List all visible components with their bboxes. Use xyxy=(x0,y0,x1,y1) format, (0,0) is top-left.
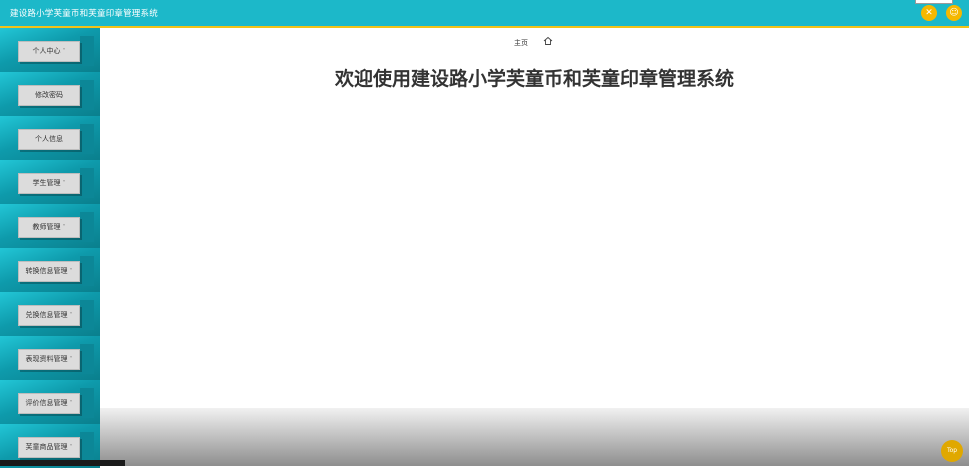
tools-icon[interactable]: ✕ xyxy=(921,5,937,21)
sidebar: 个人中心 ˅ 修改密码 个人信息 学生管理 ˅ 教师管理 ˅ 转换信息管理 ˅ 兑换 xyxy=(0,28,100,468)
back-to-top-button[interactable]: Top xyxy=(941,440,963,462)
home-icon[interactable] xyxy=(543,36,553,46)
window-control xyxy=(915,0,953,4)
sidebar-item-teacher-management[interactable]: 教师管理 ˅ xyxy=(0,204,100,248)
sidebar-item-button[interactable]: 学生管理 ˅ xyxy=(18,173,80,194)
breadcrumb[interactable]: 主页 xyxy=(514,38,528,48)
sidebar-item-performance-management[interactable]: 表现资料管理 ˅ xyxy=(0,336,100,380)
sidebar-item-button[interactable]: 教师管理 ˅ xyxy=(18,217,80,238)
page-title: 欢迎使用建设路小学芙童币和芙童印章管理系统 xyxy=(334,68,734,90)
sidebar-item-personal-info[interactable]: 个人信息 xyxy=(0,116,100,160)
sidebar-item-button[interactable]: 个人中心 ˅ xyxy=(18,41,80,62)
top-header: 建设路小学芙童币和芙童印章管理系统 ✕ ☺ xyxy=(0,0,969,28)
sidebar-item-button[interactable]: 兑换信息管理 ˅ xyxy=(18,305,80,326)
sidebar-item-conversion-management[interactable]: 转换信息管理 ˅ xyxy=(0,248,100,292)
sidebar-item-button[interactable]: 评价信息管理 ˅ xyxy=(18,393,80,414)
sidebar-item-button[interactable]: 修改密码 xyxy=(18,85,80,106)
footer-shadow xyxy=(100,408,969,466)
sidebar-item-evaluation-management[interactable]: 评价信息管理 ˅ xyxy=(0,380,100,424)
status-strip xyxy=(0,460,125,466)
user-icon[interactable]: ☺ xyxy=(946,5,962,21)
sidebar-item-personal-center[interactable]: 个人中心 ˅ xyxy=(0,28,100,72)
sidebar-item-button[interactable]: 转换信息管理 ˅ xyxy=(18,261,80,282)
app-title: 建设路小学芙童币和芙童印章管理系统 xyxy=(10,9,158,19)
sidebar-item-button[interactable]: 表现资料管理 ˅ xyxy=(18,349,80,370)
sidebar-item-student-management[interactable]: 学生管理 ˅ xyxy=(0,160,100,204)
sidebar-item-button[interactable]: 个人信息 xyxy=(18,129,80,150)
sidebar-item-exchange-management[interactable]: 兑换信息管理 ˅ xyxy=(0,292,100,336)
sidebar-item-change-password[interactable]: 修改密码 xyxy=(0,72,100,116)
sidebar-item-button[interactable]: 芙童商品管理 ˅ xyxy=(18,437,80,458)
